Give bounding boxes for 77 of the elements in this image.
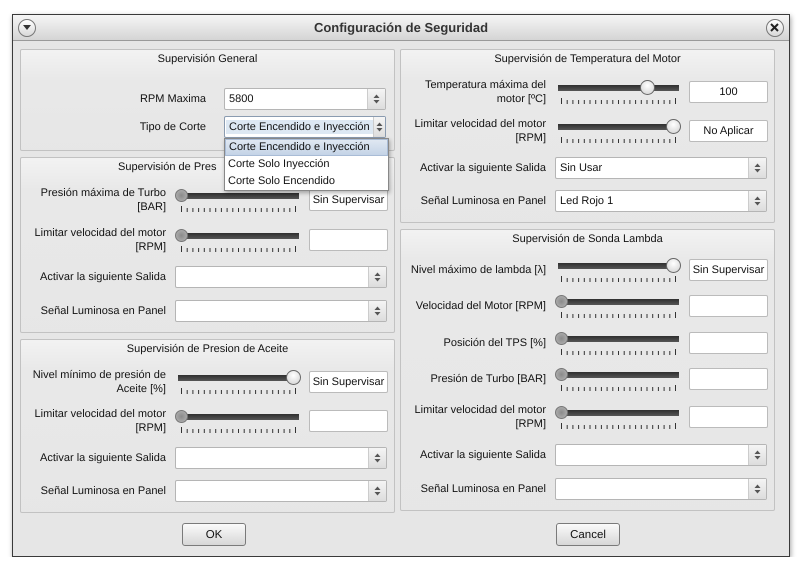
spin-arrows-icon	[374, 272, 381, 282]
value-field[interactable]: Sin Supervisar	[689, 259, 768, 282]
group-title: Supervisión de Presion de Aceite	[126, 343, 288, 355]
slider-thumb[interactable]	[175, 410, 188, 424]
slider-thumb[interactable]	[555, 368, 568, 381]
value-field[interactable]	[309, 229, 388, 251]
spin-arrows-icon	[376, 122, 383, 132]
value-field[interactable]: Sin Supervisar	[309, 370, 388, 393]
field-label: Activar la siguiente Salida	[39, 270, 167, 284]
field-label: RPM Maxima	[138, 92, 207, 106]
slider-thumb[interactable]	[666, 119, 681, 134]
field-label: Activar la siguiente Salida	[419, 160, 547, 175]
close-icon	[770, 23, 780, 32]
field-label: Limitar velocidad del motor [RPM]	[414, 403, 547, 432]
spin-arrows-icon	[754, 450, 761, 460]
field-label: Señal Luminosa en Panel	[40, 304, 167, 318]
value-field[interactable]: 100	[689, 80, 768, 103]
dropdown-option[interactable]: Corte Solo Encendido	[225, 173, 388, 190]
field-label: Presión de Turbo [BAR]	[429, 372, 547, 386]
field-label: Posición del TPS [%]	[442, 336, 547, 350]
field-label: Nivel mínimo de presión de Aceite [%]	[32, 368, 167, 396]
field-label: Señal Luminosa en Panel	[420, 482, 547, 496]
slider-thumb[interactable]	[666, 258, 681, 274]
field-label: Señal Luminosa en Panel	[40, 484, 167, 498]
spin-box[interactable]: 5800	[224, 88, 386, 110]
value-field[interactable]	[689, 332, 768, 354]
dropdown-option[interactable]: Corte Solo Inyección	[225, 156, 388, 173]
caret-icon	[23, 24, 31, 30]
value-field[interactable]	[689, 406, 768, 428]
value-field[interactable]	[689, 368, 768, 390]
dropdown[interactable]	[175, 446, 387, 469]
field-label: Presión máxima de Turbo [BAR]	[40, 186, 167, 214]
field-label: Limitar velocidad del motor [RPM]	[34, 226, 167, 254]
cancel-button[interactable]: Cancel	[556, 523, 620, 546]
field-label: Activar la siguiente Salida	[39, 450, 167, 465]
value-field[interactable]: No Aplicar	[689, 120, 768, 142]
field-label: Limitar velocidad del motor [RPM]	[34, 407, 167, 436]
dropdown-option[interactable]: Corte Encendido e Inyección	[225, 139, 388, 156]
value-field[interactable]: Sin Supervisar	[309, 189, 388, 211]
value-field[interactable]	[689, 295, 768, 318]
dropdown[interactable]	[175, 266, 387, 288]
field-label: Nivel máximo de lambda [λ]	[410, 263, 547, 278]
slider-thumb[interactable]	[640, 80, 656, 95]
dropdown[interactable]	[555, 478, 767, 500]
spin-arrows-icon	[754, 162, 761, 173]
field-label: Temperatura máxima del motor [ºC]	[424, 78, 547, 106]
spin-arrows-icon	[754, 196, 761, 206]
dropdown[interactable]	[555, 444, 767, 466]
window-title: Configuración de Seguridad	[314, 20, 488, 35]
ok-button[interactable]: OK	[182, 523, 246, 546]
slider-thumb[interactable]	[555, 406, 568, 420]
dropdown[interactable]	[175, 300, 387, 322]
value-field[interactable]	[309, 410, 388, 432]
spin-arrows-icon	[374, 306, 381, 316]
group-title: Supervisión General	[158, 53, 258, 65]
slider-thumb[interactable]	[175, 189, 188, 202]
group-title: Supervisión de Temperatura del Motor	[494, 53, 681, 65]
spin-arrows-icon	[374, 452, 381, 463]
dropdown[interactable]	[175, 480, 387, 502]
field-label: Limitar velocidad del motor [RPM]	[414, 117, 547, 146]
menu-button[interactable]	[18, 18, 36, 36]
spin-arrows-icon	[373, 94, 380, 104]
dropdown[interactable]: Sin Usar	[555, 156, 767, 179]
close-button[interactable]	[766, 18, 784, 36]
slider-thumb[interactable]	[175, 229, 188, 242]
spin-arrows-icon	[374, 486, 381, 496]
slider-thumb[interactable]	[555, 332, 568, 345]
field-label: Velocidad del Motor [RPM]	[414, 299, 547, 314]
field-label: Señal Luminosa en Panel	[420, 194, 547, 208]
group-title: Supervisión de Pres	[118, 161, 216, 173]
field-label: Tipo de Corte	[138, 120, 207, 134]
dropdown[interactable]: Led Rojo 1	[555, 190, 767, 212]
field-label: Activar la siguiente Salida	[419, 448, 547, 462]
slider-thumb[interactable]	[286, 370, 301, 385]
spin-arrows-icon	[754, 484, 761, 494]
group-title: Supervisión de Sonda Lambda	[512, 233, 663, 245]
slider-thumb[interactable]	[555, 295, 568, 308]
